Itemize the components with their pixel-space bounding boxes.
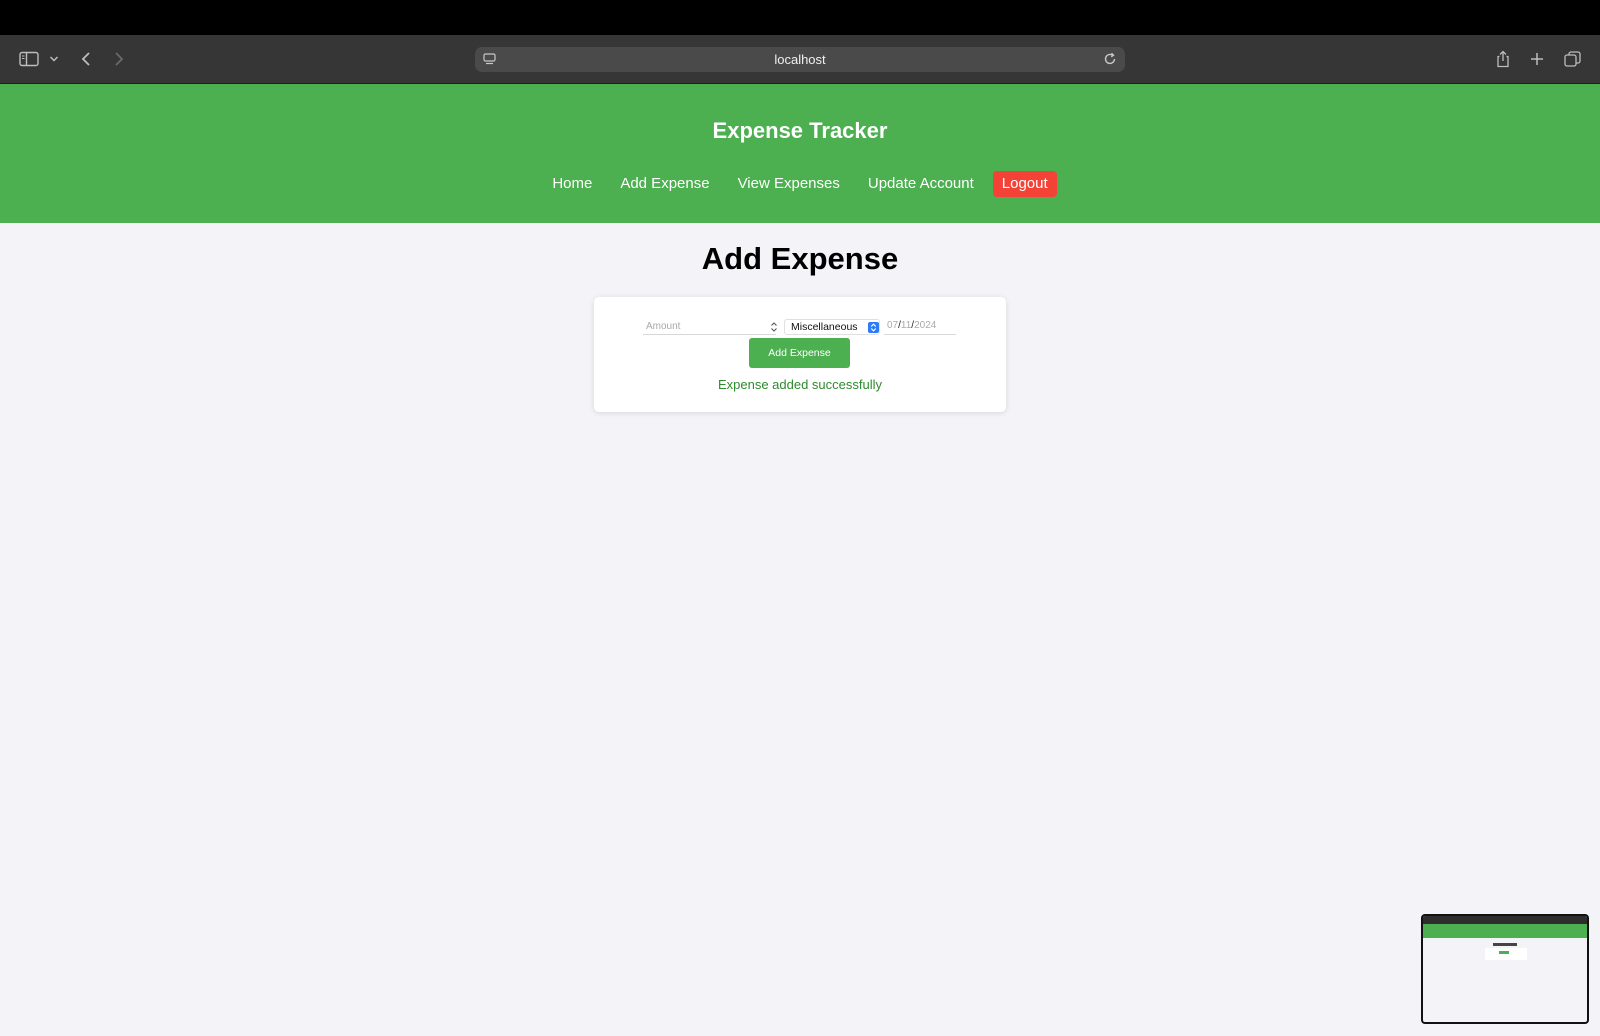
date-input[interactable]: 07/11/2024 (884, 319, 956, 335)
main-nav: Home Add Expense View Expenses Update Ac… (0, 171, 1600, 197)
url-text: localhost (774, 52, 826, 67)
thumbnail-toolbar (1423, 916, 1587, 924)
expense-form-card: Miscellaneous 07/11/2024 Add Expense Exp… (594, 297, 1006, 412)
site-title: Expense Tracker (712, 118, 888, 143)
add-expense-button[interactable]: Add Expense (749, 338, 850, 368)
date-year[interactable]: 2024 (914, 320, 936, 331)
page-title: Add Expense (701, 241, 899, 276)
site-header: Expense Tracker Home Add Expense View Ex… (0, 84, 1600, 223)
amount-input[interactable] (643, 319, 776, 335)
chevron-down-icon[interactable] (47, 47, 61, 71)
nav-update-account[interactable]: Update Account (859, 171, 983, 197)
select-arrows-icon (868, 322, 879, 333)
logout-button[interactable]: Logout (992, 171, 1057, 197)
sidebar-icon[interactable] (18, 47, 40, 71)
category-selected-value: Miscellaneous (791, 321, 858, 333)
browser-toolbar: localhost (0, 35, 1600, 84)
tabs-overview-icon[interactable] (1563, 47, 1581, 71)
success-message: Expense added successfully (717, 377, 883, 392)
plus-icon[interactable] (1528, 47, 1546, 71)
window-preview-thumbnail[interactable] (1421, 914, 1589, 1024)
address-bar[interactable]: localhost (475, 47, 1125, 72)
forward-icon[interactable] (111, 47, 127, 71)
category-select[interactable]: Miscellaneous (784, 319, 880, 335)
thumbnail-heading (1493, 943, 1517, 946)
os-menu-bar (0, 0, 1600, 35)
share-icon[interactable] (1494, 47, 1512, 71)
thumbnail-button (1499, 951, 1509, 954)
date-day[interactable]: 11 (901, 320, 911, 331)
nav-add-expense[interactable]: Add Expense (611, 171, 718, 197)
nav-home[interactable]: Home (543, 171, 601, 197)
reload-icon[interactable] (1103, 52, 1117, 71)
thumbnail-header (1423, 924, 1587, 938)
amount-stepper-icon[interactable] (770, 320, 778, 338)
date-month[interactable]: 07 (887, 320, 898, 331)
back-icon[interactable] (78, 47, 94, 71)
thumbnail-card (1485, 948, 1527, 960)
nav-view-expenses[interactable]: View Expenses (729, 171, 849, 197)
